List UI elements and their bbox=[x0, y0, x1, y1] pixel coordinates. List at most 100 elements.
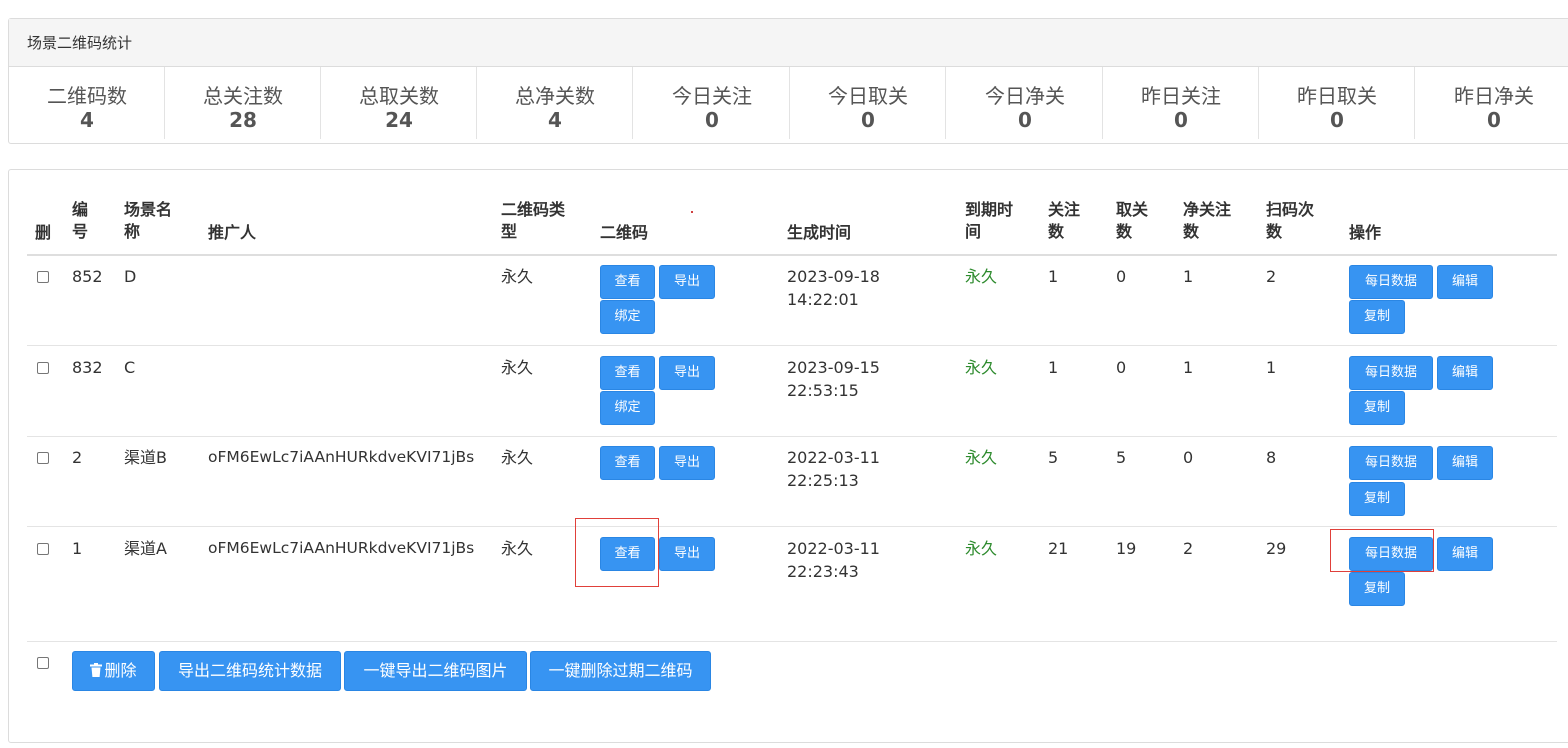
header-line: 净关注 bbox=[1183, 200, 1232, 219]
edit-button[interactable]: 编辑 bbox=[1437, 356, 1493, 390]
header-line: 编 bbox=[72, 200, 89, 219]
cell-scene-name: D bbox=[124, 267, 137, 286]
cell-created-date: 2022-03-11 bbox=[787, 539, 880, 558]
row-checkbox[interactable] bbox=[37, 271, 49, 283]
header-line: 数 bbox=[1116, 222, 1133, 241]
export-button[interactable]: 导出 bbox=[659, 265, 715, 299]
cell-expire: 永久 bbox=[965, 267, 998, 286]
divider bbox=[632, 67, 633, 139]
export-button[interactable]: 导出 bbox=[659, 537, 715, 571]
stat-value: 0 bbox=[705, 108, 719, 132]
header-line: 关注 bbox=[1048, 200, 1081, 219]
stat-label: 昨日关注 bbox=[1141, 84, 1221, 108]
stat-yesterday-unfollow: 昨日取关 0 bbox=[1259, 67, 1415, 139]
export-button[interactable]: 导出 bbox=[659, 446, 715, 480]
header-line: 扫码次 bbox=[1266, 200, 1315, 219]
header-line: 到期时 bbox=[965, 200, 1014, 219]
stat-label: 总关注数 bbox=[203, 84, 283, 108]
daily-data-button[interactable]: 每日数据 bbox=[1349, 265, 1433, 299]
cell-id: 1 bbox=[72, 539, 83, 558]
cell-scans: 8 bbox=[1266, 448, 1277, 467]
col-header-unfollow: 取关 数 bbox=[1116, 199, 1148, 243]
stat-value: 0 bbox=[1487, 108, 1501, 132]
stat-qrcode-count: 二维码数 4 bbox=[9, 67, 165, 139]
cell-created-time: 22:23:43 bbox=[787, 562, 859, 581]
cell-follow: 1 bbox=[1048, 267, 1059, 286]
stats-panel-title: 场景二维码统计 bbox=[9, 19, 1568, 67]
stat-label: 总取关数 bbox=[359, 84, 439, 108]
bind-button[interactable]: 绑定 bbox=[600, 300, 655, 334]
stat-today-follow: 今日关注 0 bbox=[634, 67, 790, 139]
cell-id: 852 bbox=[72, 267, 103, 286]
divider bbox=[1414, 67, 1415, 139]
header-line: 二维码类 bbox=[501, 200, 566, 219]
view-button[interactable]: 查看 bbox=[600, 356, 655, 390]
cell-net: 1 bbox=[1183, 267, 1194, 286]
stat-total-follow: 总关注数 28 bbox=[165, 67, 321, 139]
header-line: 场景名 bbox=[124, 200, 173, 219]
stat-label: 今日关注 bbox=[672, 84, 752, 108]
edit-button[interactable]: 编辑 bbox=[1437, 265, 1493, 299]
cell-id: 832 bbox=[72, 358, 103, 377]
copy-button[interactable]: 复制 bbox=[1349, 300, 1405, 334]
cell-created-date: 2023-09-18 bbox=[787, 267, 880, 286]
edit-button[interactable]: 编辑 bbox=[1437, 537, 1493, 571]
bind-button[interactable]: 绑定 bbox=[600, 391, 655, 425]
delete-button[interactable]: 删除 bbox=[72, 651, 155, 691]
row-checkbox[interactable] bbox=[37, 362, 49, 374]
view-button[interactable]: 查看 bbox=[600, 265, 655, 299]
header-line: 数 bbox=[1266, 222, 1283, 241]
highlight-box bbox=[1330, 529, 1434, 572]
stat-label: 昨日净关 bbox=[1454, 84, 1534, 108]
export-images-button[interactable]: 一键导出二维码图片 bbox=[344, 651, 527, 691]
delete-expired-button[interactable]: 一键删除过期二维码 bbox=[530, 651, 711, 691]
stat-value: 0 bbox=[1018, 108, 1032, 132]
col-header-scene-name: 场景名 称 bbox=[124, 199, 172, 243]
export-button[interactable]: 导出 bbox=[659, 356, 715, 390]
row-checkbox[interactable] bbox=[37, 452, 49, 464]
daily-data-button[interactable]: 每日数据 bbox=[1349, 356, 1433, 390]
cell-created-date: 2022-03-11 bbox=[787, 448, 880, 467]
cell-net: 0 bbox=[1183, 448, 1194, 467]
cell-created-time: 22:53:15 bbox=[787, 381, 859, 400]
cell-unfollow: 0 bbox=[1116, 358, 1127, 377]
header-line: 取关 bbox=[1116, 200, 1149, 219]
cell-scene-name: 渠道B bbox=[124, 448, 167, 467]
cell-scene-name: C bbox=[124, 358, 136, 377]
edit-button[interactable]: 编辑 bbox=[1437, 446, 1493, 480]
cell-id: 2 bbox=[72, 448, 83, 467]
header-line: 号 bbox=[72, 222, 89, 241]
view-button[interactable]: 查看 bbox=[600, 446, 655, 480]
stat-yesterday-follow: 昨日关注 0 bbox=[1103, 67, 1259, 139]
stat-value: 24 bbox=[385, 108, 413, 132]
copy-button[interactable]: 复制 bbox=[1349, 572, 1405, 606]
cell-qrcode-type: 永久 bbox=[501, 448, 534, 467]
cell-follow: 5 bbox=[1048, 448, 1059, 467]
row-checkbox[interactable] bbox=[37, 543, 49, 555]
cell-qrcode-type: 永久 bbox=[501, 539, 534, 558]
row-divider bbox=[27, 345, 1557, 346]
copy-button[interactable]: 复制 bbox=[1349, 391, 1405, 425]
cell-unfollow: 19 bbox=[1116, 539, 1137, 558]
cell-follow: 21 bbox=[1048, 539, 1069, 558]
daily-data-button[interactable]: 每日数据 bbox=[1349, 446, 1433, 480]
stat-value: 4 bbox=[548, 108, 562, 132]
col-header-id: 编 号 bbox=[72, 199, 88, 243]
stat-label: 今日净关 bbox=[985, 84, 1065, 108]
col-header-promoter: 推广人 bbox=[208, 223, 257, 242]
export-stats-button[interactable]: 导出二维码统计数据 bbox=[159, 651, 341, 691]
select-all-checkbox[interactable] bbox=[37, 657, 49, 669]
stat-value: 0 bbox=[861, 108, 875, 132]
cell-net: 1 bbox=[1183, 358, 1194, 377]
cell-promoter: oFM6EwLc7iAAnHURkdveKVI71jBs bbox=[208, 448, 475, 466]
cell-created-time: 14:22:01 bbox=[787, 290, 859, 309]
col-header-expire: 到期时 间 bbox=[965, 199, 1013, 243]
cell-scans: 2 bbox=[1266, 267, 1277, 286]
stat-label: 今日取关 bbox=[828, 84, 908, 108]
highlight-box bbox=[575, 518, 659, 587]
header-line: 数 bbox=[1048, 222, 1065, 241]
header-divider bbox=[27, 254, 1557, 256]
copy-button[interactable]: 复制 bbox=[1349, 482, 1405, 516]
cell-created-time: 22:25:13 bbox=[787, 471, 859, 490]
col-header-created: 生成时间 bbox=[787, 223, 852, 242]
